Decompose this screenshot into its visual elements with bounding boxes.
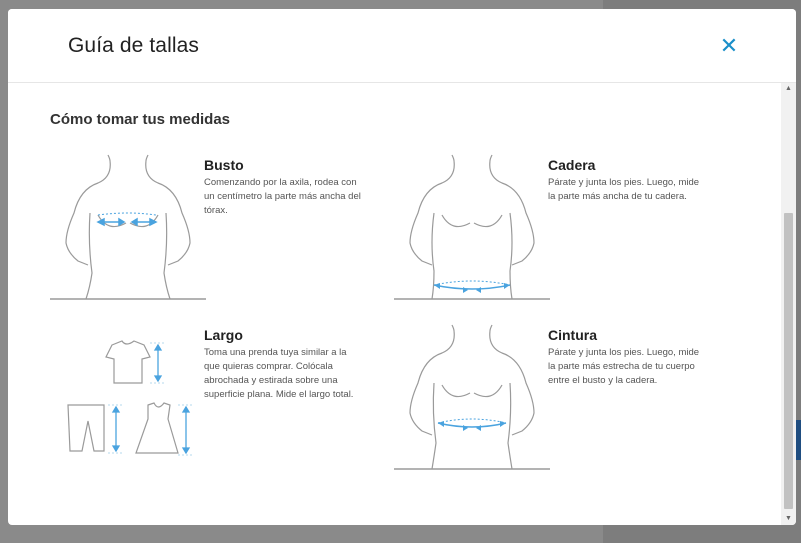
garment-length-icon	[67, 340, 194, 456]
bust-measure-icon	[50, 154, 206, 300]
scrollbar[interactable]: ▲ ▼	[781, 83, 796, 525]
scroll-down-icon[interactable]: ▼	[781, 513, 796, 525]
measure-description: Toma una prenda tuya similar a la que qu…	[204, 347, 354, 400]
measure-title: Cadera	[548, 157, 596, 173]
section-title: Cómo tomar tus medidas	[50, 111, 231, 128]
measure-description: Comenzando por la axila, rodea con un ce…	[204, 177, 361, 216]
modal-header: Guía de tallas ✕	[8, 9, 796, 83]
scroll-thumb[interactable]	[784, 213, 793, 509]
measure-description: Párate y junta los pies. Luego, mide la …	[548, 347, 700, 386]
modal-title: Guía de tallas	[68, 34, 199, 57]
scroll-up-icon[interactable]: ▲	[781, 83, 796, 95]
measure-title: Cintura	[548, 327, 597, 343]
size-guide-modal: Guía de tallas ✕ Cómo tomar tus medidas	[8, 9, 796, 525]
waist-measure-icon	[394, 324, 550, 470]
hip-measure-icon	[394, 154, 550, 300]
measure-title: Busto	[204, 157, 244, 173]
measure-description: Párate y junta los pies. Luego, mide la …	[548, 177, 700, 202]
measure-title: Largo	[204, 327, 243, 343]
modal-content: Cómo tomar tus medidas Busto Comenzando …	[8, 83, 781, 525]
close-icon[interactable]: ✕	[718, 35, 740, 57]
